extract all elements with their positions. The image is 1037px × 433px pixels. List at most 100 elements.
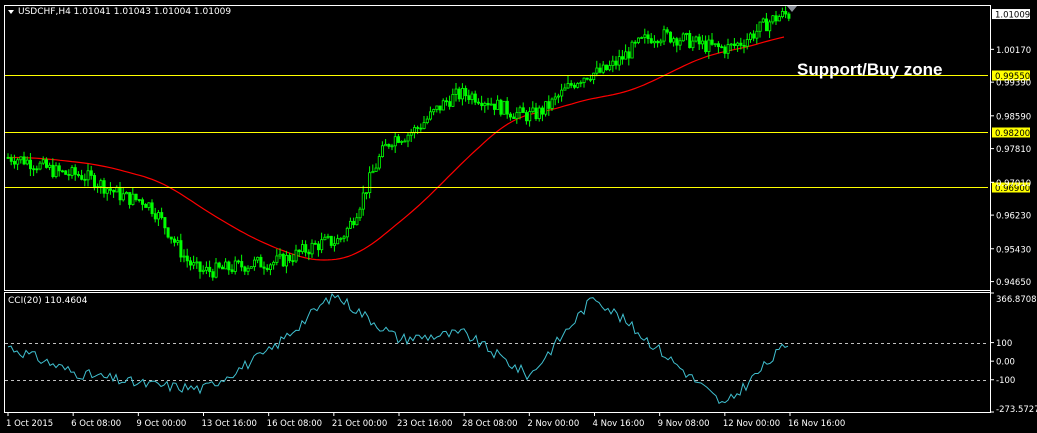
candle [320, 232, 324, 254]
candle [669, 31, 673, 44]
candle [291, 253, 295, 266]
candle [345, 226, 349, 242]
candle [230, 264, 234, 274]
candle [9, 154, 13, 166]
candle [211, 268, 215, 281]
candle [233, 256, 237, 275]
candle [765, 12, 769, 32]
candle [153, 207, 157, 223]
candle [457, 86, 461, 102]
candle [403, 138, 407, 143]
trading-chart[interactable]: 0.99550 0.98200 0.96900 366.8708 100 0.00 -10… [0, 0, 1037, 433]
candle [19, 156, 23, 164]
candle [406, 132, 410, 148]
price-scale-label: 0.97010 [996, 179, 1031, 189]
candle [576, 82, 580, 89]
candle [128, 192, 132, 209]
moving-average-line [8, 36, 785, 261]
candle [28, 152, 32, 177]
candle [464, 85, 468, 102]
candle [249, 266, 253, 269]
candle [134, 193, 138, 202]
price-scale-label: 0.96230 [996, 212, 1031, 222]
candle [736, 41, 740, 52]
candle [425, 115, 429, 125]
candle [569, 80, 573, 89]
time-axis-label: 4 Nov 16:00 [593, 419, 645, 429]
cci-scale-label: 100 [996, 339, 1012, 349]
candle [537, 105, 541, 122]
time-axis-label: 12 Nov 00:00 [723, 419, 780, 429]
candle [22, 151, 26, 166]
candle [256, 256, 260, 264]
candle [573, 82, 577, 90]
candle [262, 261, 266, 275]
candle [115, 185, 119, 193]
candle [329, 235, 333, 249]
candle [582, 77, 586, 88]
candle [697, 33, 701, 50]
candle [662, 25, 666, 45]
candle [160, 207, 164, 220]
candle [467, 89, 471, 104]
candle [48, 162, 52, 171]
candle [243, 265, 247, 275]
current-price-badge: 1.01009 [992, 9, 1030, 21]
candle [96, 183, 100, 193]
candle [755, 24, 759, 44]
candle [185, 248, 189, 268]
candle [217, 261, 221, 269]
candle [614, 56, 618, 70]
candle [557, 93, 561, 104]
candle [73, 164, 77, 181]
candle [54, 162, 58, 179]
candle [246, 265, 250, 276]
time-axis-label: 9 Oct 00:00 [136, 419, 186, 429]
time-axis-label: 13 Oct 16:00 [202, 419, 257, 429]
candle [125, 191, 129, 195]
candle [624, 44, 628, 60]
candle [659, 38, 663, 47]
candle [691, 36, 695, 51]
candle [646, 30, 650, 44]
candle [761, 17, 765, 23]
candle [701, 34, 705, 50]
candle [326, 233, 330, 240]
candle [713, 43, 717, 47]
candle [336, 234, 340, 245]
candle [294, 244, 298, 264]
candle [720, 44, 724, 49]
cci-scale-label: -273.5727 [996, 405, 1037, 415]
candle [371, 164, 375, 174]
candle [473, 90, 477, 106]
candle [198, 261, 202, 279]
candle [300, 239, 304, 255]
candle [332, 236, 336, 252]
candle [483, 101, 487, 113]
candle [342, 235, 346, 243]
candle [105, 188, 109, 201]
candle [265, 264, 269, 272]
candle [32, 165, 36, 177]
symbol-menu-arrow-icon[interactable] [8, 10, 14, 14]
candle [176, 236, 180, 246]
candle [368, 166, 372, 199]
candle [476, 98, 480, 106]
candle [749, 32, 753, 43]
candle [51, 158, 55, 179]
price-scale-label: 0.95430 [996, 245, 1031, 255]
candle [169, 236, 173, 244]
candle [140, 197, 144, 211]
candle [704, 35, 708, 54]
candle [678, 37, 682, 51]
candle [688, 30, 692, 49]
candle [99, 178, 103, 194]
candle [460, 83, 464, 106]
candle [656, 39, 660, 48]
candle [166, 227, 170, 239]
candle [384, 139, 388, 147]
candle [86, 163, 90, 187]
candle [525, 110, 529, 125]
candle [637, 37, 641, 45]
candle [489, 97, 493, 106]
